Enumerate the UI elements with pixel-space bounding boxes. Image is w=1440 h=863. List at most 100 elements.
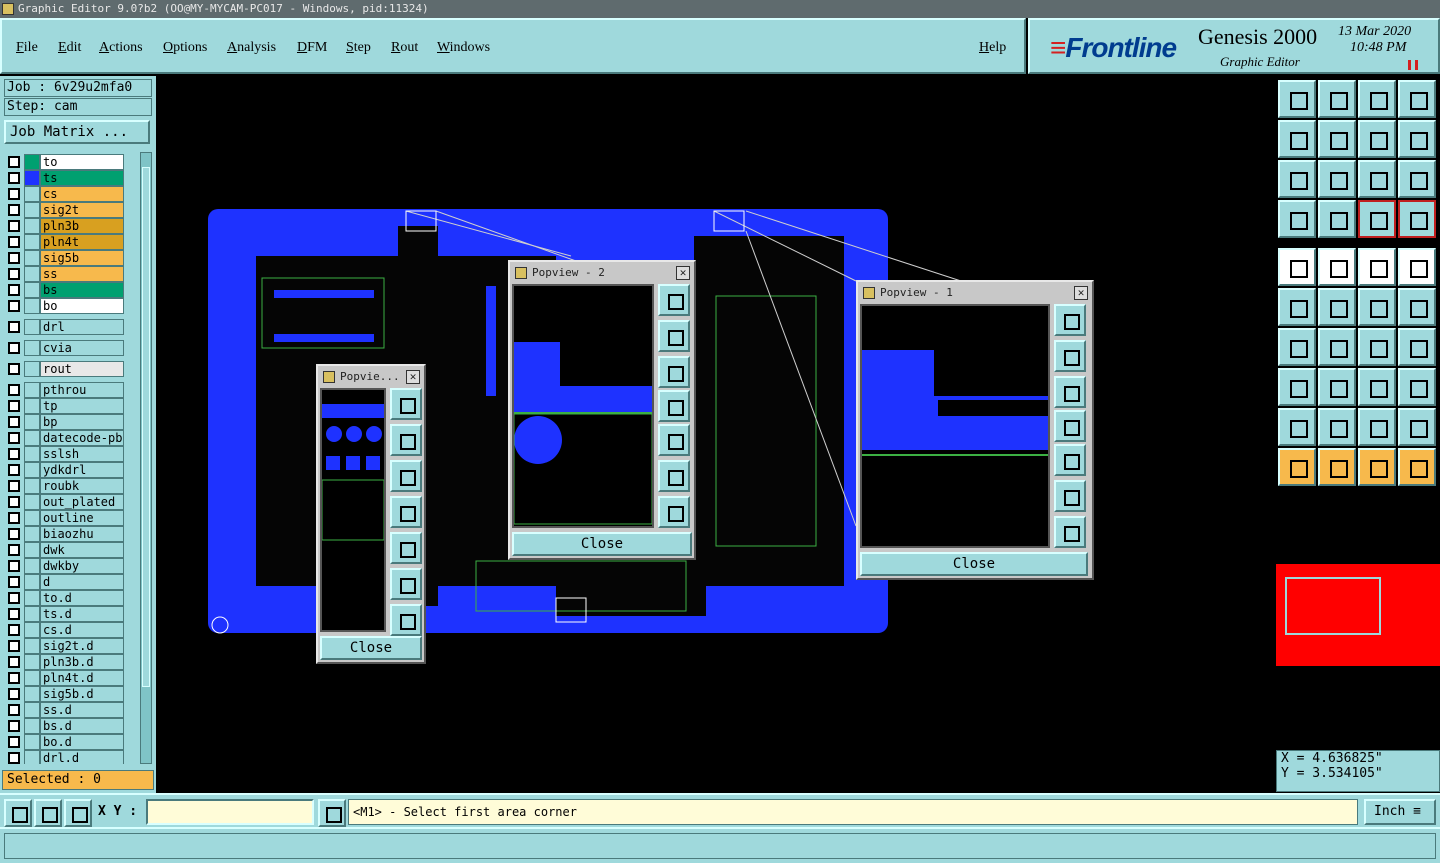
layer-row-sig2t[interactable]: sig2t <box>4 202 140 218</box>
settings-icon[interactable] <box>1278 200 1316 238</box>
layer-row-pln4t[interactable]: pln4t <box>4 234 140 250</box>
surface-icon[interactable] <box>1398 368 1436 406</box>
menu-options[interactable]: Options <box>163 40 207 56</box>
layer-color-swatch[interactable] <box>24 340 40 356</box>
layer-color-swatch[interactable] <box>24 154 40 170</box>
resize-icon[interactable] <box>1358 368 1396 406</box>
layer-name[interactable]: pln3b <box>40 218 124 234</box>
layer-checkbox[interactable] <box>8 656 20 668</box>
measure-icon[interactable] <box>34 799 62 827</box>
layer-name[interactable]: sig2t.d <box>40 638 124 654</box>
layer-color-swatch[interactable] <box>24 494 40 510</box>
layer-row-rout[interactable]: rout <box>4 361 140 377</box>
layer-name[interactable]: drl <box>40 319 124 335</box>
pan-right-icon[interactable] <box>1054 444 1086 476</box>
layer-row-ts[interactable]: ts <box>4 170 140 186</box>
layer-row-to[interactable]: to <box>4 154 140 170</box>
layer-name[interactable]: bp <box>40 414 124 430</box>
layer-color-swatch[interactable] <box>24 382 40 398</box>
layer-name[interactable]: out_plated <box>40 494 124 510</box>
menu-file[interactable]: File <box>16 40 38 56</box>
layer-color-swatch[interactable] <box>24 686 40 702</box>
popview-1-window[interactable]: Popview - 1 ✕ Close <box>856 280 1094 580</box>
layer-color-swatch[interactable] <box>24 282 40 298</box>
measure-icon[interactable] <box>1358 248 1396 286</box>
pan-up-icon[interactable] <box>390 424 422 456</box>
layer-checkbox[interactable] <box>8 172 20 184</box>
snap-icon[interactable] <box>4 799 32 827</box>
layer-color-swatch[interactable] <box>24 734 40 750</box>
layer-checkbox[interactable] <box>8 528 20 540</box>
layer-row-ss-d[interactable]: ss.d <box>4 702 140 718</box>
layer-checkbox[interactable] <box>8 252 20 264</box>
pan-left-icon[interactable] <box>658 390 690 422</box>
layer-name[interactable]: roubk <box>40 478 124 494</box>
layer-color-swatch[interactable] <box>24 590 40 606</box>
fit-icon[interactable] <box>390 388 422 420</box>
layer-checkbox[interactable] <box>8 363 20 375</box>
help-icon[interactable] <box>1398 160 1436 198</box>
layer-row-drl-d[interactable]: drl.d <box>4 750 140 764</box>
zoom-in-icon[interactable] <box>390 568 422 600</box>
layer-checkbox[interactable] <box>8 432 20 444</box>
layers-icon[interactable] <box>1358 200 1396 238</box>
layer-row-dwkby[interactable]: dwkby <box>4 558 140 574</box>
layer-checkbox[interactable] <box>8 236 20 248</box>
layer-name[interactable]: datecode-pb <box>40 430 124 446</box>
layer-name[interactable]: outline <box>40 510 124 526</box>
menu-step[interactable]: Step <box>346 40 371 56</box>
pad-icon[interactable] <box>1278 368 1316 406</box>
layer-color-swatch[interactable] <box>24 750 40 764</box>
layer-name[interactable]: bo.d <box>40 734 124 750</box>
layer-color-swatch[interactable] <box>24 234 40 250</box>
layer-row-sslsh[interactable]: sslsh <box>4 446 140 462</box>
popview-3-titlebar[interactable]: Popvie... ✕ <box>320 368 422 386</box>
pan-up-icon[interactable] <box>1054 340 1086 372</box>
pause-icon[interactable] <box>1408 60 1418 70</box>
popview-3-close-button[interactable]: Close <box>320 636 422 660</box>
layer-color-swatch[interactable] <box>24 510 40 526</box>
layer-row-bo[interactable]: bo <box>4 298 140 314</box>
swap-icon[interactable] <box>1358 120 1396 158</box>
layer-name[interactable]: pthrou <box>40 382 124 398</box>
cross-icon[interactable] <box>1318 288 1356 326</box>
pan-left-icon[interactable] <box>1054 410 1086 442</box>
layer-checkbox[interactable] <box>8 464 20 476</box>
layer-checkbox[interactable] <box>8 736 20 748</box>
close-icon[interactable]: ✕ <box>1074 286 1088 300</box>
layer-row-cs[interactable]: cs <box>4 186 140 202</box>
layer-checkbox[interactable] <box>8 480 20 492</box>
features-icon[interactable] <box>1398 200 1436 238</box>
layer-color-swatch[interactable] <box>24 398 40 414</box>
layer-checkbox[interactable] <box>8 512 20 524</box>
flip-icon[interactable] <box>1398 120 1436 158</box>
command-line[interactable] <box>4 833 1436 859</box>
home-icon[interactable] <box>1358 80 1396 118</box>
point-icon[interactable] <box>1398 248 1436 286</box>
select-box-icon[interactable] <box>1318 448 1356 486</box>
zoom-out-icon[interactable] <box>658 496 690 528</box>
layer-name[interactable]: sig5b.d <box>40 686 124 702</box>
layer-row-pln3b-d[interactable]: pln3b.d <box>4 654 140 670</box>
layer-row-pln3b[interactable]: pln3b <box>4 218 140 234</box>
layer-row-ydkdrl[interactable]: ydkdrl <box>4 462 140 478</box>
layer-checkbox[interactable] <box>8 544 20 556</box>
overview-map[interactable] <box>1276 486 1440 746</box>
layer-color-swatch[interactable] <box>24 558 40 574</box>
layer-row-drl[interactable]: drl <box>4 319 140 335</box>
menu-dfm[interactable]: DFM <box>297 40 327 56</box>
fit-icon[interactable] <box>1054 304 1086 336</box>
layer-checkbox[interactable] <box>8 156 20 168</box>
triangle-c-icon[interactable] <box>1358 408 1396 446</box>
open-icon[interactable] <box>1278 80 1316 118</box>
pointer-icon[interactable] <box>1278 448 1316 486</box>
layer-name[interactable]: drl.d <box>40 750 124 764</box>
layer-name[interactable]: ts.d <box>40 606 124 622</box>
layer-color-swatch[interactable] <box>24 218 40 234</box>
line-icon[interactable] <box>1318 328 1356 366</box>
layer-checkbox[interactable] <box>8 268 20 280</box>
layer-name[interactable]: rout <box>40 361 124 377</box>
layer-checkbox[interactable] <box>8 496 20 508</box>
layer-checkbox[interactable] <box>8 448 20 460</box>
fit-icon[interactable] <box>1278 160 1316 198</box>
